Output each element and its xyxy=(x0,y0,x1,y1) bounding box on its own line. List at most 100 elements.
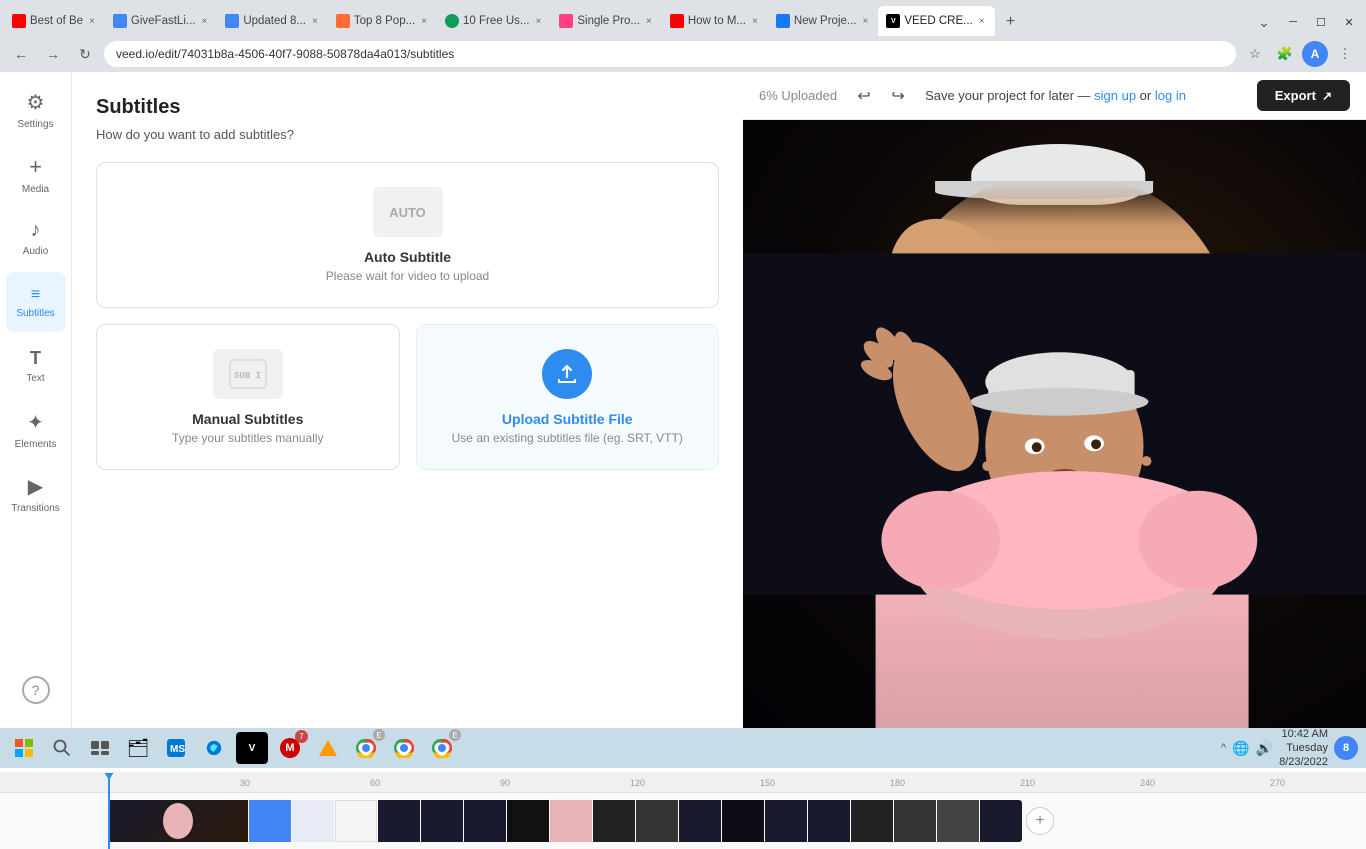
tab-givefast[interactable]: GiveFastLi... × xyxy=(105,6,217,36)
sidebar: ⚙ Settings + Media ♪ Audio ≡ Subtitles T… xyxy=(0,72,72,728)
start-button[interactable] xyxy=(8,732,40,764)
ruler-mark-180: 180 xyxy=(890,778,905,788)
auto-subtitle-card[interactable]: AUTO Auto Subtitle Please wait for video… xyxy=(96,162,719,308)
tab-veedcre[interactable]: V VEED CRE... × xyxy=(878,6,994,36)
tray-network[interactable]: 🌐 xyxy=(1232,740,1249,757)
tab-newproj[interactable]: New Proje... × xyxy=(768,6,878,36)
taskbar-file-explorer[interactable]: 🗂 xyxy=(122,732,154,764)
app-layout: ⚙ Settings + Media ♪ Audio ≡ Subtitles T… xyxy=(0,72,1366,728)
tab-bar: Best of Be × GiveFastLi... × Updated 8..… xyxy=(0,0,1366,36)
new-tab-button[interactable]: + xyxy=(997,8,1025,36)
tab-close[interactable]: × xyxy=(977,15,987,28)
auto-card-title: Auto Subtitle xyxy=(364,249,451,265)
tab-updated[interactable]: Updated 8... × xyxy=(217,6,328,36)
sidebar-item-transitions[interactable]: ▶ Transitions xyxy=(6,464,66,524)
taskbar: 🗂 MS V M 7 E xyxy=(0,728,1366,768)
tab-favicon-doc xyxy=(225,14,239,28)
close-button[interactable]: ✕ xyxy=(1336,9,1362,35)
notification-center[interactable]: 8 xyxy=(1334,736,1358,760)
forward-button[interactable]: → xyxy=(40,41,66,67)
timeline-track-area: 30 60 90 120 150 180 210 240 270 xyxy=(0,773,1366,849)
sidebar-item-text[interactable]: T Text xyxy=(6,336,66,396)
bookmark-button[interactable]: ☆ xyxy=(1242,41,1268,67)
address-bar[interactable]: veed.io/edit/74031b8a-4506-40f7-9088-508… xyxy=(104,41,1236,67)
tab-close[interactable]: × xyxy=(310,15,320,28)
system-tray: ^ 🌐 🔊 10:42 AM Tuesday 8/23/2022 8 xyxy=(1221,727,1358,770)
refresh-button[interactable]: ↻ xyxy=(72,41,98,67)
sidebar-item-settings[interactable]: ⚙ Settings xyxy=(6,80,66,140)
sidebar-item-elements[interactable]: ✦ Elements xyxy=(6,400,66,460)
auto-icon: AUTO xyxy=(373,187,443,237)
tab-singlepro[interactable]: Single Pro... × xyxy=(551,6,662,36)
show-hidden-icons[interactable]: ^ xyxy=(1221,742,1226,754)
tray-volume[interactable]: 🔊 xyxy=(1256,740,1273,757)
tab-favicon-yt xyxy=(12,14,26,28)
sidebar-item-audio[interactable]: ♪ Audio xyxy=(6,208,66,268)
thumb-7 xyxy=(464,800,506,842)
tab-close[interactable]: × xyxy=(750,15,760,28)
thumbnail-strip[interactable] xyxy=(108,800,1022,842)
thumb-last xyxy=(980,800,1022,842)
taskbar-chrome-3[interactable]: E xyxy=(426,732,458,764)
timeline-ruler: 30 60 90 120 150 180 210 240 270 xyxy=(0,773,1366,793)
upload-card-title: Upload Subtitle File xyxy=(502,411,633,427)
sidebar-item-subtitles[interactable]: ≡ Subtitles xyxy=(6,272,66,332)
elements-icon: ✦ xyxy=(27,410,44,435)
thumb-4 xyxy=(335,800,377,842)
tab-howtom[interactable]: How to M... × xyxy=(662,6,768,36)
tab-close[interactable]: × xyxy=(87,15,97,28)
manual-card-title: Manual Subtitles xyxy=(192,411,303,427)
taskbar-clock[interactable]: 10:42 AM Tuesday 8/23/2022 xyxy=(1279,727,1328,770)
sidebar-label-audio: Audio xyxy=(23,246,49,257)
undo-button[interactable]: ↩ xyxy=(849,81,879,111)
audio-icon: ♪ xyxy=(31,219,41,242)
manual-subtitle-card[interactable]: SUB I Manual Subtitles Type your subtitl… xyxy=(96,324,400,470)
upload-subtitle-card[interactable]: Upload Subtitle File Use an existing sub… xyxy=(416,324,720,470)
maximize-button[interactable]: ☐ xyxy=(1308,9,1334,35)
taskbar-antivirus[interactable]: M 7 xyxy=(274,732,306,764)
ruler-mark-240: 240 xyxy=(1140,778,1155,788)
sidebar-item-help[interactable]: ? xyxy=(6,660,66,720)
svg-text:MS: MS xyxy=(170,744,185,755)
tab-list-button[interactable]: ⌄ xyxy=(1250,8,1278,36)
taskbar-vlc[interactable] xyxy=(312,732,344,764)
sidebar-item-media[interactable]: + Media xyxy=(6,144,66,204)
export-button[interactable]: Export ↗ xyxy=(1257,80,1350,111)
taskbar-edge[interactable] xyxy=(198,732,230,764)
tab-bestofbe[interactable]: Best of Be × xyxy=(4,6,105,36)
thumb-13 xyxy=(722,800,764,842)
taskbar-search-button[interactable] xyxy=(46,732,78,764)
menu-button[interactable]: ⋮ xyxy=(1332,41,1358,67)
back-button[interactable]: ← xyxy=(8,41,34,67)
video-preview xyxy=(743,120,1366,728)
auto-card-desc: Please wait for video to upload xyxy=(326,269,489,283)
tab-close[interactable]: × xyxy=(860,15,870,28)
tab-favicon-top8 xyxy=(336,14,350,28)
manual-card-desc: Type your subtitles manually xyxy=(172,431,323,445)
tab-top8pop[interactable]: Top 8 Pop... × xyxy=(328,6,437,36)
sidebar-label-elements: Elements xyxy=(15,439,57,450)
sign-up-link[interactable]: sign up xyxy=(1094,88,1136,103)
log-in-link[interactable]: log in xyxy=(1155,88,1186,103)
tab-close[interactable]: × xyxy=(644,15,654,28)
tab-close[interactable]: × xyxy=(199,15,209,28)
profile-button[interactable]: A xyxy=(1302,41,1328,67)
taskbar-chrome-2[interactable] xyxy=(388,732,420,764)
ruler-mark-30: 30 xyxy=(240,778,250,788)
taskbar-chrome-1[interactable]: E xyxy=(350,732,382,764)
tab-close[interactable]: × xyxy=(534,15,544,28)
upload-card-desc: Use an existing subtitles file (eg. SRT,… xyxy=(452,431,683,445)
minimize-button[interactable]: ─ xyxy=(1280,9,1306,35)
tab-extra-buttons: ⌄ ─ ☐ ✕ xyxy=(1250,8,1362,36)
add-clip-button[interactable]: + xyxy=(1026,807,1054,835)
tab-close[interactable]: × xyxy=(419,15,429,28)
thumb-14 xyxy=(765,800,807,842)
redo-button[interactable]: ↪ xyxy=(883,81,913,111)
tab-10freeus[interactable]: 10 Free Us... × xyxy=(437,6,551,36)
taskbar-taskview[interactable] xyxy=(84,732,116,764)
extensions-button[interactable]: 🧩 xyxy=(1272,41,1298,67)
svg-text:SUB I: SUB I xyxy=(234,371,261,381)
taskbar-store[interactable]: MS xyxy=(160,732,192,764)
playhead[interactable] xyxy=(108,773,110,849)
taskbar-app-veed[interactable]: V xyxy=(236,732,268,764)
